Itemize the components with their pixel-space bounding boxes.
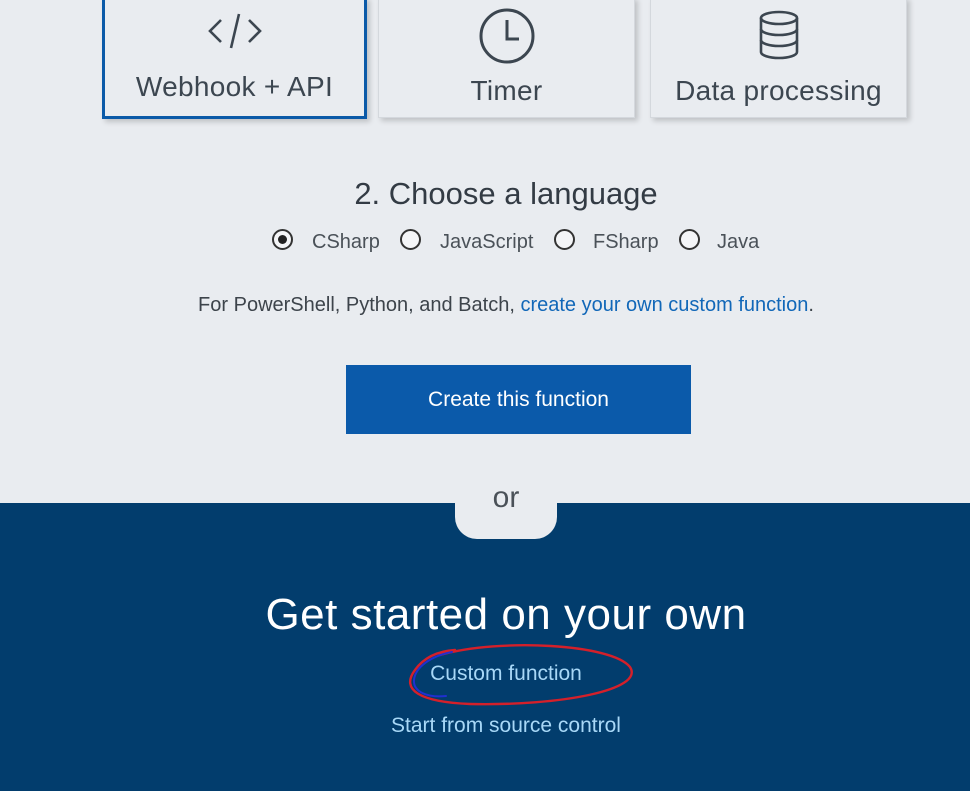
scenario-tile-data-processing[interactable]: Data processing [650,0,907,118]
get-started-heading: Get started on your own [265,590,747,639]
radio-label-fsharp: FSharp [593,231,659,253]
scenario-label: Data processing [675,75,882,106]
create-function-button[interactable]: Create this function [346,365,691,434]
radio-button[interactable] [679,229,700,250]
database-icon [651,10,906,60]
radio-button[interactable] [554,229,575,250]
radio-label-java: Java [717,231,760,253]
custom-function-inline-link[interactable]: create your own custom function [520,294,808,316]
other-languages-note: For PowerShell, Python, and Batch, creat… [0,294,970,317]
or-divider: or [455,478,557,539]
or-label: or [492,481,520,514]
scenario-label: Webhook + API [135,71,334,102]
radio-label-csharp: CSharp [312,231,380,253]
template-section: Webhook + API Timer Data processing 2. C… [0,0,970,503]
radio-button-checked[interactable] [272,229,293,250]
note-text: For PowerShell, Python, and Batch, [198,294,521,316]
radio-button[interactable] [400,229,421,250]
get-started-panel [0,503,970,791]
clock-icon [379,7,634,65]
scenario-tile-webhook-api[interactable]: Webhook + API [102,0,367,119]
choose-language-heading: 2. Choose a language [354,176,658,211]
source-control-link[interactable]: Start from source control [0,714,970,738]
scenario-label: Timer [470,75,543,106]
note-period: . [808,294,814,316]
scenario-tile-timer[interactable]: Timer [378,0,635,118]
code-brackets-icon [105,11,364,51]
custom-function-link[interactable]: Custom function [0,662,970,686]
radio-label-javascript: JavaScript [440,231,534,253]
